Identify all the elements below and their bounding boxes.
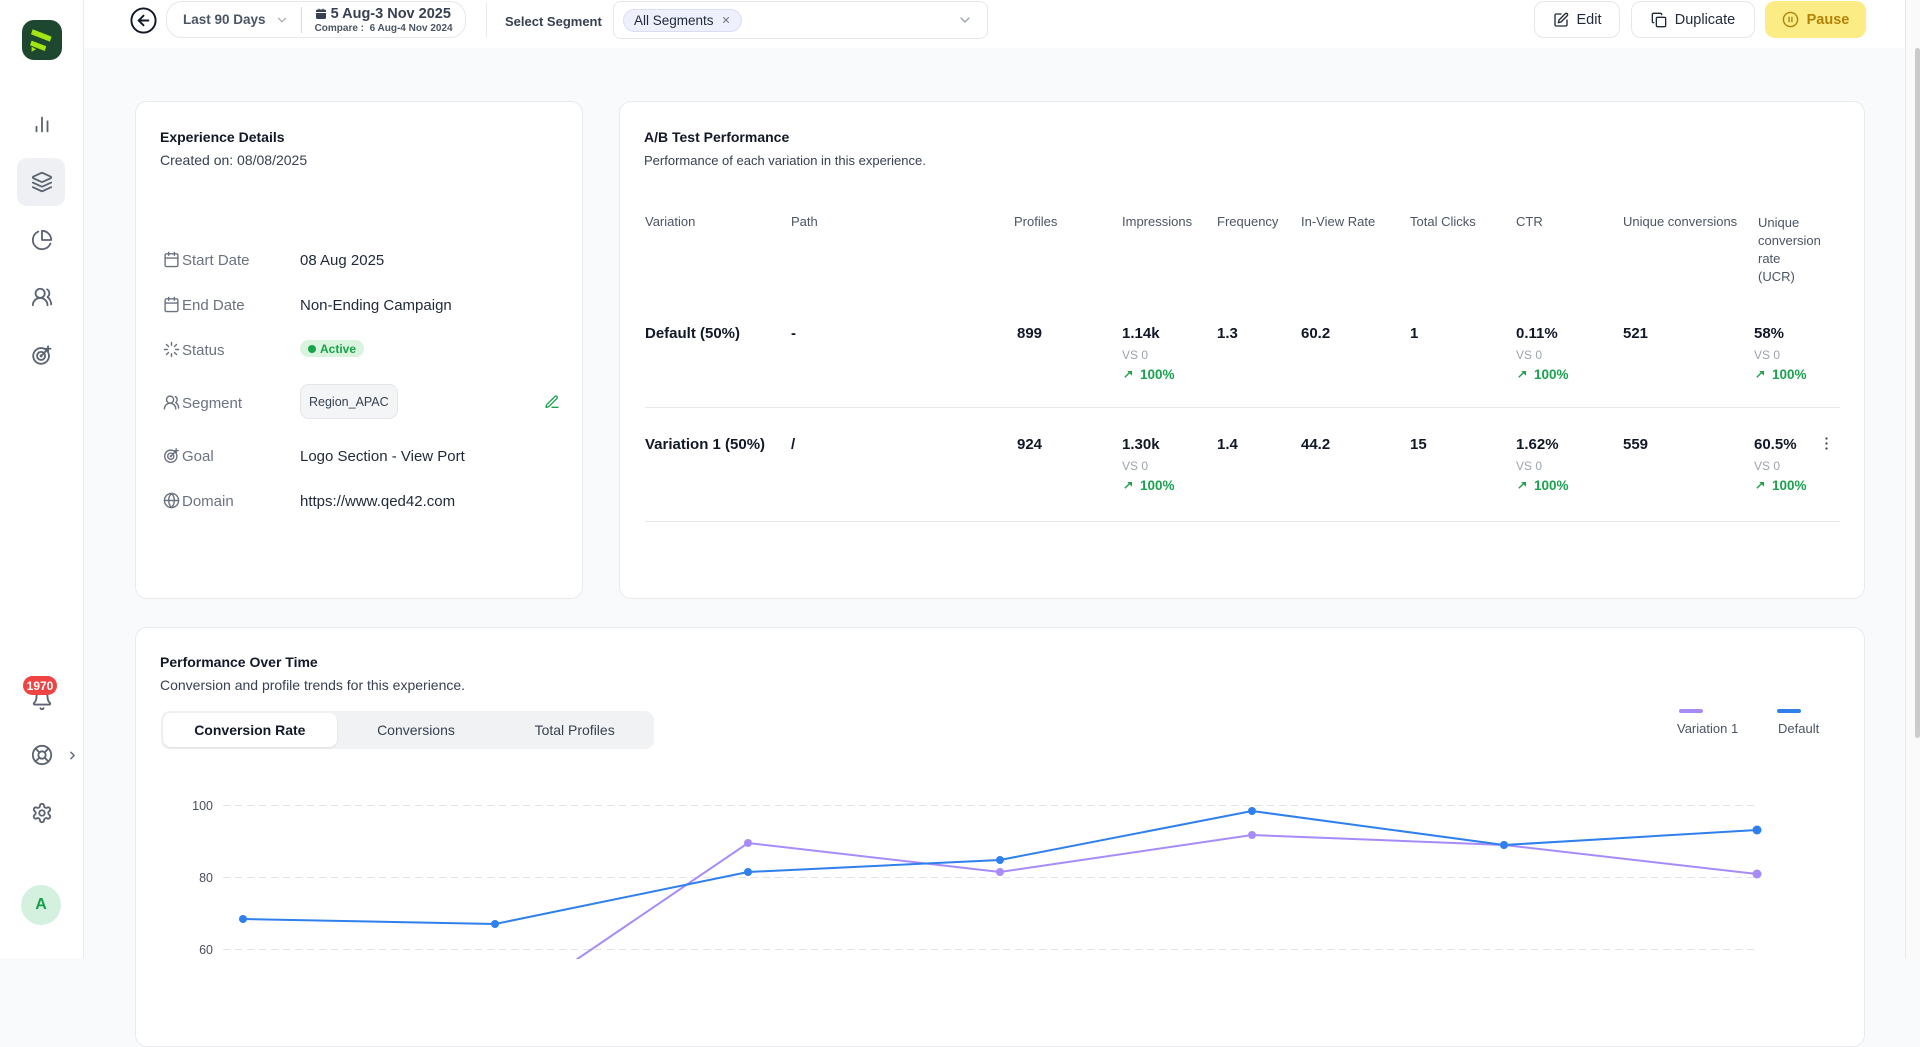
svg-text:60: 60: [199, 943, 213, 957]
svg-text:100: 100: [192, 799, 213, 813]
svg-text:80: 80: [199, 871, 213, 885]
